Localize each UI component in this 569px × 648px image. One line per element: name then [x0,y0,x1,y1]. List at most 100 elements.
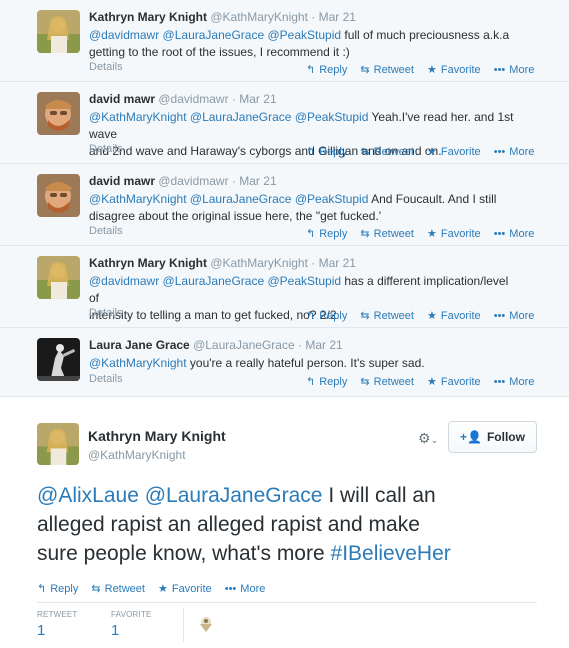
timestamp[interactable]: Mar 21 [305,338,342,352]
user-actions-menu[interactable]: ⚙⌄ [418,430,438,447]
follow-button[interactable]: +👤 Follow [448,421,537,453]
reply-button[interactable]: ↰ Reply [306,63,347,76]
retweet-label: Retweet [373,146,414,158]
mention-link[interactable]: @PeakStupid [267,28,341,42]
more-button[interactable]: ••• More [494,146,535,158]
reply-button[interactable]: ↰ Reply [306,375,347,388]
reply-icon: ↰ [306,228,316,240]
timestamp[interactable]: Mar 21 [319,256,356,270]
favoriter-avatar[interactable] [196,614,216,634]
author-name[interactable]: david mawr [89,174,155,188]
mention-link[interactable]: @AlixLaue [37,484,139,507]
retweet-button[interactable]: ⇆ Retweet [360,63,414,76]
retweet-icon: ⇆ [360,376,370,388]
tweet-text-line: And Foucault. And I still [371,192,497,206]
author-handle[interactable]: @KathMaryKnight [210,256,308,270]
tweet-actions: ↰ Reply ⇆ Retweet ★ Favorite ••• More [306,227,544,240]
mention-link[interactable]: @LauraJaneGrace [163,274,265,288]
author-name[interactable]: david mawr [89,92,155,106]
retweet-button[interactable]: ⇆ Retweet [360,375,414,388]
tweet-text: @KathMaryKnight you're a really hateful … [89,355,519,372]
avatar[interactable] [37,92,80,135]
avatar[interactable] [37,256,80,299]
mention-link[interactable]: @LauraJaneGrace [190,192,292,206]
mention-link[interactable]: @davidmawr [89,274,159,288]
star-icon: ★ [427,310,437,322]
favorite-button[interactable]: ★ Favorite [427,63,481,76]
favorite-label: Favorite [440,146,481,158]
mention-link[interactable]: @LauraJaneGrace [190,110,292,124]
avatar[interactable] [37,423,79,465]
author-handle[interactable]: @davidmawr [158,174,228,188]
star-icon: ★ [427,64,437,76]
author-handle[interactable]: @davidmawr [158,92,228,106]
details-link[interactable]: Details [89,225,123,237]
reply-tweet[interactable]: Kathryn Mary Knight @KathMaryKnight · Ma… [0,246,569,328]
mention-link[interactable]: @davidmawr [89,28,159,42]
reply-tweet[interactable]: david mawr @davidmawr · Mar 21 @KathMary… [0,164,569,246]
favorite-label: Favorite [440,310,481,322]
reply-label: Reply [319,228,348,240]
retweet-stat[interactable]: RETWEET 1 [37,610,78,639]
retweet-label: Retweet [373,310,414,322]
author-name[interactable]: Kathryn Mary Knight [89,10,207,24]
more-button[interactable]: ••• More [494,376,535,388]
hashtag-link[interactable]: #IBelieveHer [331,542,451,565]
chevron-down-icon: ⌄ [430,435,439,445]
author-name[interactable]: Kathryn Mary Knight [88,428,226,444]
details-link[interactable]: Details [89,143,123,155]
mention-link[interactable]: @KathMaryKnight [89,110,187,124]
retweet-icon: ⇆ [360,310,370,322]
avatar[interactable] [37,174,80,217]
retweet-button[interactable]: ⇆ Retweet [91,582,145,595]
tweet-actions: ↰ Reply ⇆ Retweet ★ Favorite ••• More [306,63,544,76]
author-handle[interactable]: @LauraJaneGrace [193,338,295,352]
tweet-text-line: full of much preciousness a.k.a [344,28,510,42]
reply-button[interactable]: ↰ Reply [306,309,347,322]
reply-button[interactable]: ↰ Reply [306,227,347,240]
more-button[interactable]: ••• More [225,583,266,595]
conversation-thread: Kathryn Mary Knight @KathMaryKnight · Ma… [0,0,569,397]
favorite-button[interactable]: ★ Favorite [427,145,481,158]
details-link[interactable]: Details [89,373,123,385]
mention-link[interactable]: @PeakStupid [295,192,369,206]
gear-icon: ⚙ [418,430,431,446]
favorite-button[interactable]: ★ Favorite [158,582,212,595]
timestamp[interactable]: Mar 21 [239,174,276,188]
timestamp[interactable]: Mar 21 [239,92,276,106]
author-name[interactable]: Laura Jane Grace [89,338,190,352]
reply-tweet[interactable]: Kathryn Mary Knight @KathMaryKnight · Ma… [0,0,569,82]
tweet-text: @davidmawr @LauraJaneGrace @PeakStupid f… [89,27,519,61]
author-name[interactable]: Kathryn Mary Knight [89,256,207,270]
reply-button[interactable]: ↰ Reply [306,145,347,158]
reply-tweet[interactable]: Laura Jane Grace @LauraJaneGrace · Mar 2… [0,328,569,397]
mention-link[interactable]: @KathMaryKnight [89,356,187,370]
more-button[interactable]: ••• More [494,64,535,76]
separator-dot: · [231,174,236,188]
favorite-button[interactable]: ★ Favorite [427,375,481,388]
avatar[interactable] [37,338,80,381]
reply-tweet[interactable]: david mawr @davidmawr · Mar 21 @KathMary… [0,82,569,164]
mention-link[interactable]: @LauraJaneGrace [163,28,265,42]
author-handle[interactable]: @KathMaryKnight [88,448,186,462]
mention-link[interactable]: @PeakStupid [295,110,369,124]
more-button[interactable]: ••• More [494,228,535,240]
reply-button[interactable]: ↰ Reply [37,582,78,595]
author-handle[interactable]: @KathMaryKnight [210,10,308,24]
favorite-button[interactable]: ★ Favorite [427,227,481,240]
avatar[interactable] [37,10,80,53]
retweet-button[interactable]: ⇆ Retweet [360,227,414,240]
retweet-button[interactable]: ⇆ Retweet [360,309,414,322]
favorite-stat[interactable]: FAVORITE 1 [111,610,152,639]
more-button[interactable]: ••• More [494,310,535,322]
mention-link[interactable]: @KathMaryKnight [89,192,187,206]
tweet-actions: ↰ Reply ⇆ Retweet ★ Favorite ••• More [37,582,275,595]
tweet-header: david mawr @davidmawr · Mar 21 [89,174,277,188]
mention-link[interactable]: @LauraJaneGrace [145,484,323,507]
details-link[interactable]: Details [89,61,123,73]
retweet-button[interactable]: ⇆ Retweet [360,145,414,158]
mention-link[interactable]: @PeakStupid [267,274,341,288]
details-link[interactable]: Details [89,307,123,319]
timestamp[interactable]: Mar 21 [319,10,356,24]
favorite-button[interactable]: ★ Favorite [427,309,481,322]
